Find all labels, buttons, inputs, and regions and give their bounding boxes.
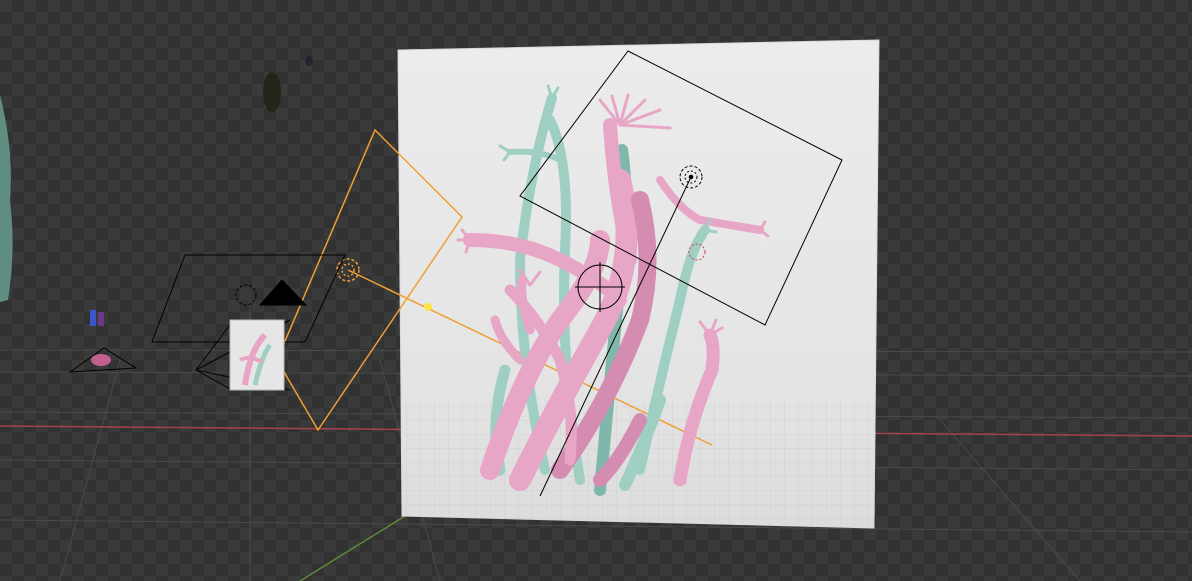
3d-viewport[interactable] (0, 0, 1192, 581)
offscreen-object-left[interactable] (0, 95, 13, 302)
viewport-scene[interactable] (0, 0, 1192, 581)
floating-particles[interactable] (263, 56, 313, 112)
camera-preview-thumbnail[interactable] (229, 319, 285, 391)
camera-far-left[interactable] (68, 310, 138, 373)
